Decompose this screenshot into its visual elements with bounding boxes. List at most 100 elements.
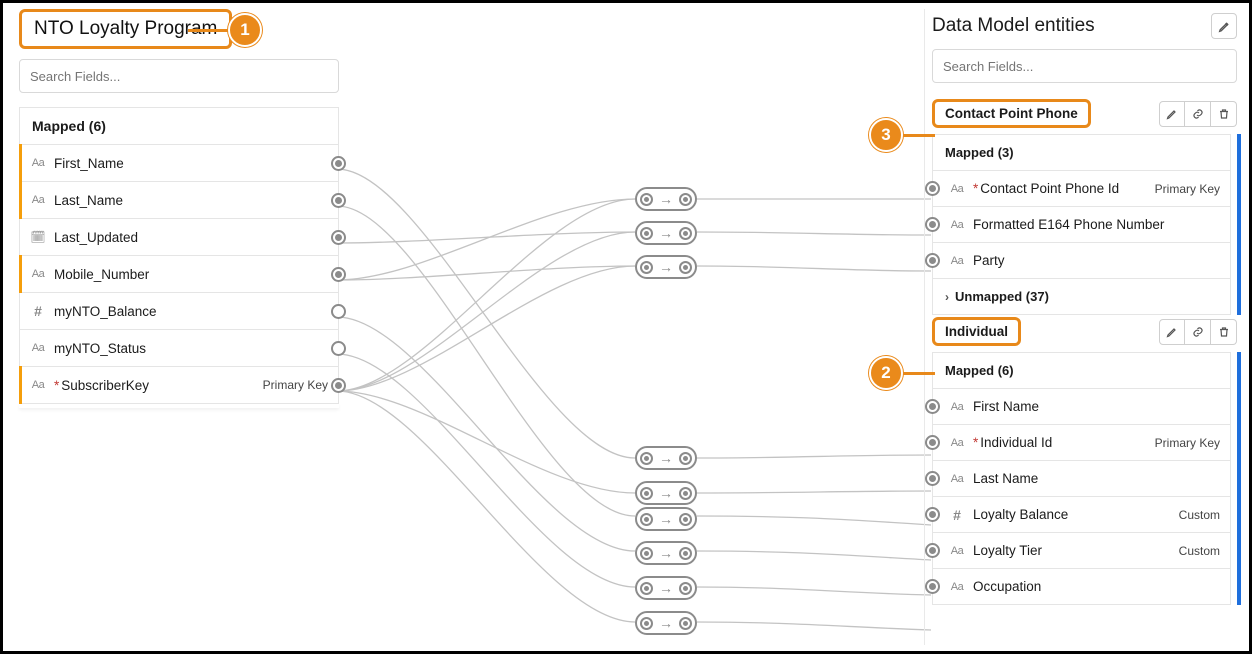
port-icon[interactable] (925, 543, 940, 558)
custom-tag: Custom (1179, 544, 1220, 558)
port-icon[interactable] (925, 217, 940, 232)
pencil-button[interactable] (1159, 101, 1185, 127)
entity-block: Contact Point PhoneMapped (3)*Contact Po… (926, 99, 1237, 315)
source-field-row[interactable]: Mobile_Number (19, 256, 339, 293)
target-panel: Data Model entities Contact Point PhoneM… (924, 9, 1237, 645)
date-type-icon (30, 230, 46, 244)
callout-1: 1 (188, 13, 262, 47)
field-label: *Contact Point Phone Id (973, 181, 1147, 196)
text-type-icon (949, 401, 965, 413)
primary-key-tag: Primary Key (1155, 182, 1220, 196)
port-icon[interactable] (925, 471, 940, 486)
port-icon[interactable] (925, 253, 940, 268)
source-field-row[interactable]: myNTO_Status (19, 330, 339, 367)
source-field-row[interactable]: First_Name (19, 145, 339, 182)
text-type-icon (949, 219, 965, 231)
link-button[interactable] (1185, 319, 1211, 345)
port-in-icon (640, 227, 653, 240)
port-icon[interactable] (331, 156, 346, 171)
relay-node[interactable]: → (635, 255, 697, 279)
text-type-icon (30, 342, 46, 354)
arrow-icon: → (659, 450, 673, 466)
arrow-icon: → (659, 580, 673, 596)
chevron-right-icon: › (945, 290, 949, 304)
port-icon[interactable] (925, 399, 940, 414)
port-in-icon (640, 193, 653, 206)
port-in-icon (640, 582, 653, 595)
callout-circle: 3 (869, 118, 903, 152)
target-field-row[interactable]: Last Name (932, 461, 1231, 497)
field-label: *SubscriberKey (54, 378, 255, 393)
arrow-icon: → (659, 225, 673, 241)
target-field-row[interactable]: Occupation (932, 569, 1231, 605)
source-field-row[interactable]: Last_Updated (19, 219, 339, 256)
mapped-header: Mapped (3) (932, 134, 1231, 171)
callout-2: 2 (869, 356, 935, 390)
port-in-icon (640, 261, 653, 274)
field-label: Mobile_Number (54, 267, 328, 282)
port-out-icon (679, 487, 692, 500)
field-label: Party (973, 253, 1220, 268)
field-label: myNTO_Balance (54, 304, 328, 319)
search-fields-input[interactable] (932, 49, 1237, 83)
port-icon[interactable] (331, 193, 346, 208)
relay-node[interactable]: → (635, 481, 697, 505)
target-field-row[interactable]: Loyalty Tier Custom (932, 533, 1231, 569)
target-field-row[interactable]: *Contact Point Phone Id Primary Key (932, 171, 1231, 207)
relay-node[interactable]: → (635, 541, 697, 565)
target-field-row[interactable]: *Individual IdPrimary Key (932, 425, 1231, 461)
callout-3: 3 (869, 118, 935, 152)
text-type-icon (30, 157, 46, 169)
field-label: *Individual Id (973, 435, 1147, 450)
relay-node[interactable]: → (635, 611, 697, 635)
source-field-row[interactable]: Last_Name (19, 182, 339, 219)
link-button[interactable] (1185, 101, 1211, 127)
target-field-row[interactable]: Party (932, 243, 1231, 279)
port-icon[interactable] (331, 304, 346, 319)
text-type-icon (30, 379, 46, 391)
port-icon[interactable] (925, 579, 940, 594)
port-icon[interactable] (925, 435, 940, 450)
relay-node[interactable]: → (635, 576, 697, 600)
text-type-icon (949, 255, 965, 267)
target-field-row[interactable]: Loyalty BalanceCustom (932, 497, 1231, 533)
field-label: Occupation (973, 579, 1220, 594)
unmapped-toggle[interactable]: ›Unmapped (37) (932, 279, 1231, 315)
port-icon[interactable] (331, 378, 346, 393)
trash-button[interactable] (1211, 101, 1237, 127)
primary-key-tag: Primary Key (263, 378, 328, 392)
arrow-icon: → (659, 511, 673, 527)
target-field-row[interactable]: Formatted E164 Phone Number (932, 207, 1231, 243)
source-field-row[interactable]: myNTO_Balance (19, 293, 339, 330)
search-fields-input[interactable] (19, 59, 339, 93)
source-field-row[interactable]: *SubscriberKey Primary Key (19, 367, 339, 404)
edit-button[interactable] (1211, 13, 1237, 39)
port-icon[interactable] (331, 267, 346, 282)
custom-tag: Custom (1179, 508, 1220, 522)
port-out-icon (679, 617, 692, 630)
port-in-icon (640, 513, 653, 526)
relay-node[interactable]: → (635, 187, 697, 211)
port-out-icon (679, 452, 692, 465)
text-type-icon (949, 183, 965, 195)
relay-node[interactable]: → (635, 446, 697, 470)
port-icon[interactable] (925, 507, 940, 522)
relay-node[interactable]: → (635, 507, 697, 531)
target-title: Data Model entities (932, 15, 1095, 37)
arrow-icon: → (659, 485, 673, 501)
field-label: Last Name (973, 471, 1220, 486)
trash-button[interactable] (1211, 319, 1237, 345)
port-icon[interactable] (331, 230, 346, 245)
callout-circle: 1 (228, 13, 262, 47)
port-icon[interactable] (925, 181, 940, 196)
relay-node[interactable]: → (635, 221, 697, 245)
pencil-button[interactable] (1159, 319, 1185, 345)
target-field-row[interactable]: First Name (932, 389, 1231, 425)
mapped-header: Mapped (6) (932, 352, 1231, 389)
port-icon[interactable] (331, 341, 346, 356)
entity-title: Individual (932, 317, 1021, 346)
entity-block: IndividualMapped (6)First Name*Individua… (926, 317, 1237, 605)
arrow-icon: → (659, 259, 673, 275)
arrow-icon: → (659, 191, 673, 207)
field-label: Loyalty Tier (973, 543, 1171, 558)
